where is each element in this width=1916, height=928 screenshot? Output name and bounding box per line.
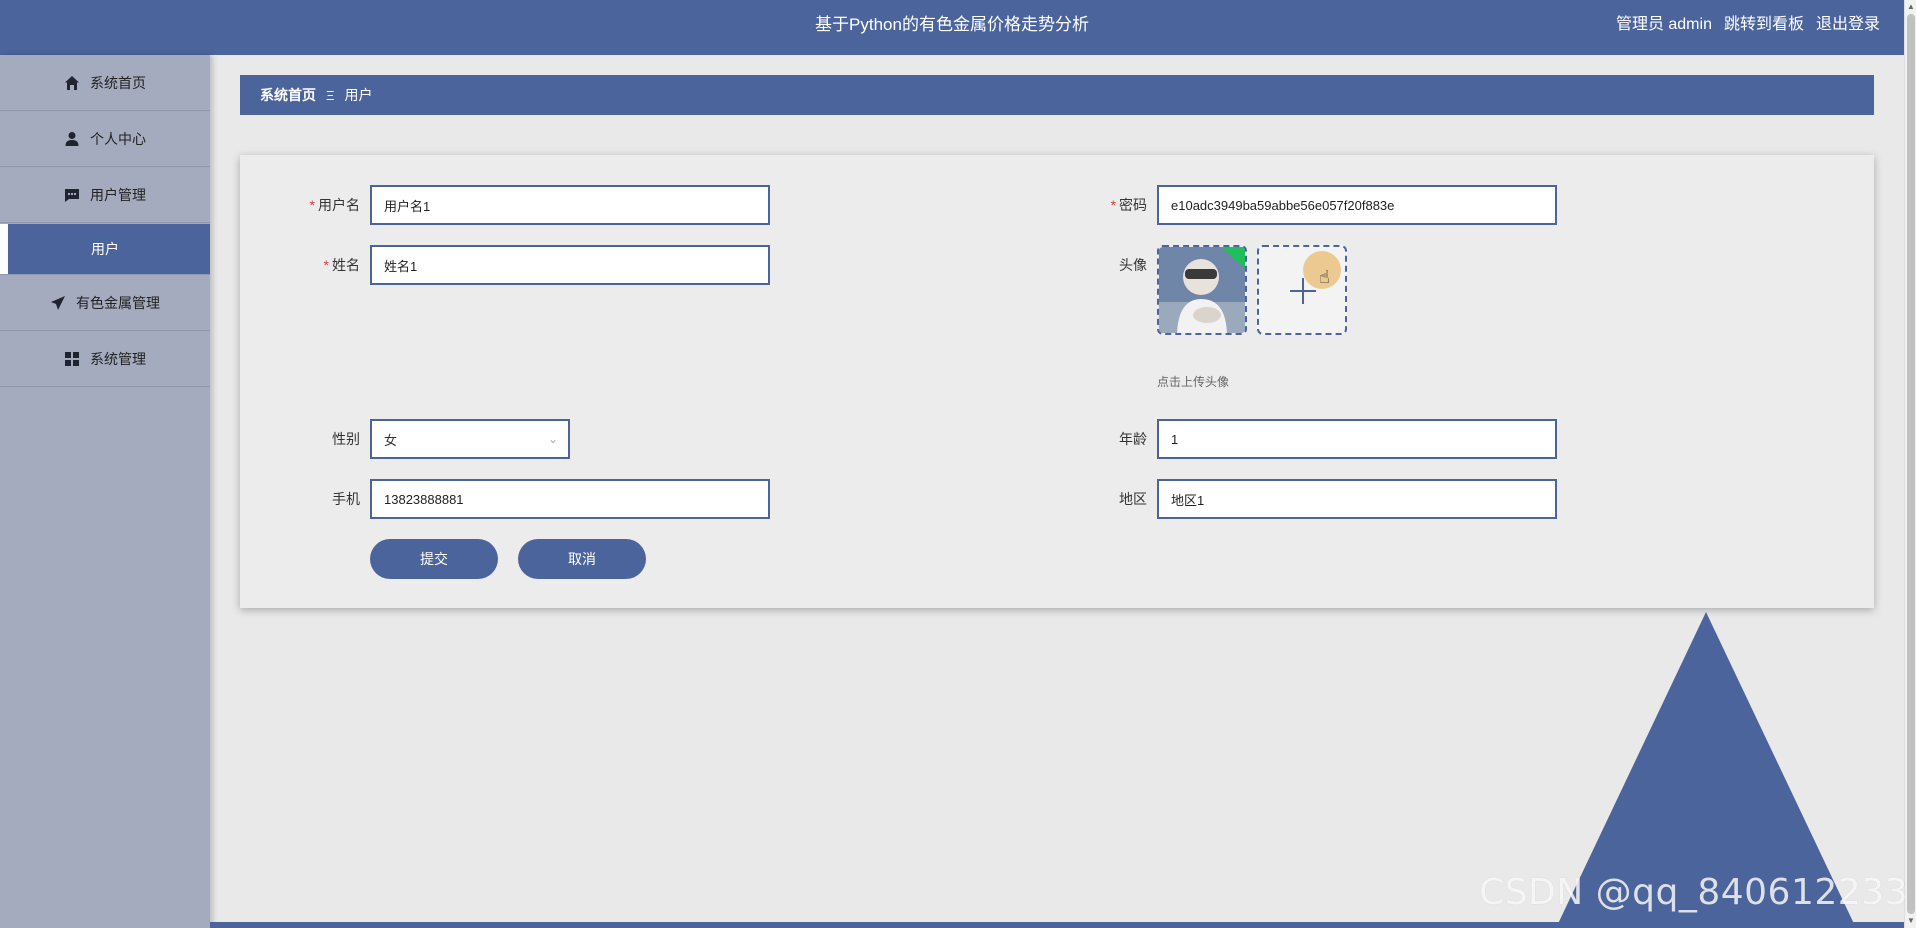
region-input[interactable] — [1157, 479, 1557, 519]
name-label: * 姓名 — [323, 257, 360, 273]
avatar-row: 头像 ☝ — [1057, 245, 1347, 335]
username-row: * 用户名 — [270, 185, 770, 225]
phone-input[interactable] — [370, 479, 770, 519]
avatar-upload-tip: 点击上传头像 — [1157, 375, 1230, 389]
admin-user-label: 管理员 admin — [1615, 16, 1712, 33]
gender-row: 性别 女 ⌄ — [270, 419, 570, 459]
sidebar-item-system-management[interactable]: 系统管理 — [0, 331, 210, 387]
user-icon — [65, 131, 79, 146]
sidebar-item-user-management[interactable]: 用户管理 — [0, 167, 210, 223]
scrollbar-thumb[interactable] — [1907, 14, 1915, 914]
header-actions: 管理员 admin 跳转到看板 退出登录 — [1616, 0, 1880, 50]
hand-cursor-icon: ☝ — [1319, 267, 1330, 287]
dashboard-link[interactable]: 跳转到看板 — [1724, 0, 1804, 50]
sidebar-item-users[interactable]: 用户 — [0, 223, 210, 274]
breadcrumb-separator: Ξ — [326, 87, 335, 103]
name-input[interactable] — [370, 245, 770, 285]
region-row: 地区 — [1057, 479, 1557, 519]
sidebar-item-label: 用户管理 — [90, 186, 146, 203]
avatar-label: 头像 — [1119, 257, 1147, 273]
submit-button[interactable]: 提交 — [370, 539, 498, 579]
home-icon — [65, 75, 79, 90]
password-label: * 密码 — [1110, 197, 1147, 213]
cancel-button[interactable]: 取消 — [518, 539, 646, 579]
sidebar-item-label: 有色金属管理 — [76, 294, 160, 311]
send-icon — [51, 295, 65, 310]
chat-icon — [65, 188, 79, 202]
grid-icon — [65, 351, 79, 366]
gender-select[interactable]: 女 ⌄ — [370, 419, 570, 459]
top-header: 基于Python的有色金属价格走势分析 管理员 admin 跳转到看板 退出登录 — [0, 0, 1904, 55]
avatar-image — [1159, 247, 1245, 333]
phone-row: 手机 — [270, 479, 770, 519]
scroll-down-icon[interactable]: ▼ — [1906, 916, 1916, 926]
sidebar-item-home[interactable]: 系统首页 — [0, 55, 210, 111]
phone-label: 手机 — [332, 491, 360, 507]
sidebar-item-label: 系统首页 — [90, 74, 146, 91]
age-label: 年龄 — [1119, 431, 1147, 447]
watermark: CSDN @qq_840612233 — [1479, 872, 1908, 913]
name-row: * 姓名 — [270, 245, 770, 285]
vertical-scrollbar[interactable]: ▲ ▼ — [1904, 0, 1916, 928]
breadcrumb: 系统首页 Ξ 用户 — [240, 75, 1874, 115]
password-row: * 密码 — [1057, 185, 1557, 225]
chevron-down-icon: ⌄ — [547, 432, 558, 446]
username-input[interactable] — [370, 185, 770, 225]
gender-selected-value: 女 — [384, 432, 398, 448]
bottom-bar — [210, 922, 1904, 928]
avatar-preview[interactable] — [1157, 245, 1247, 335]
breadcrumb-home[interactable]: 系统首页 — [260, 85, 316, 105]
sidebar-item-profile[interactable]: 个人中心 — [0, 111, 210, 167]
age-row: 年龄 — [1057, 419, 1557, 459]
sidebar-item-label: 用户 — [91, 240, 119, 257]
region-label: 地区 — [1119, 491, 1147, 507]
user-form-card: *用户名 *密码 *姓名 头像 ☝ — [240, 155, 1874, 608]
sidebar-item-metal-management[interactable]: 有色金属管理 — [0, 275, 210, 331]
breadcrumb-current: 用户 — [344, 87, 373, 103]
sidebar-submenu: 用户 — [0, 223, 210, 275]
sidebar-item-label: 个人中心 — [90, 130, 146, 147]
sidebar: 系统首页 个人中心 用户管理 用户 有色金属管理 系统管理 — [0, 55, 210, 928]
age-input[interactable] — [1157, 419, 1557, 459]
password-input[interactable] — [1157, 185, 1557, 225]
avatar-upload-button[interactable]: ☝ — [1257, 245, 1347, 335]
username-label: * 用户名 — [309, 197, 360, 213]
gender-label: 性别 — [332, 431, 360, 447]
logout-link[interactable]: 退出登录 — [1816, 0, 1880, 50]
sidebar-item-label: 系统管理 — [90, 350, 146, 367]
scroll-up-icon[interactable]: ▲ — [1906, 2, 1916, 12]
